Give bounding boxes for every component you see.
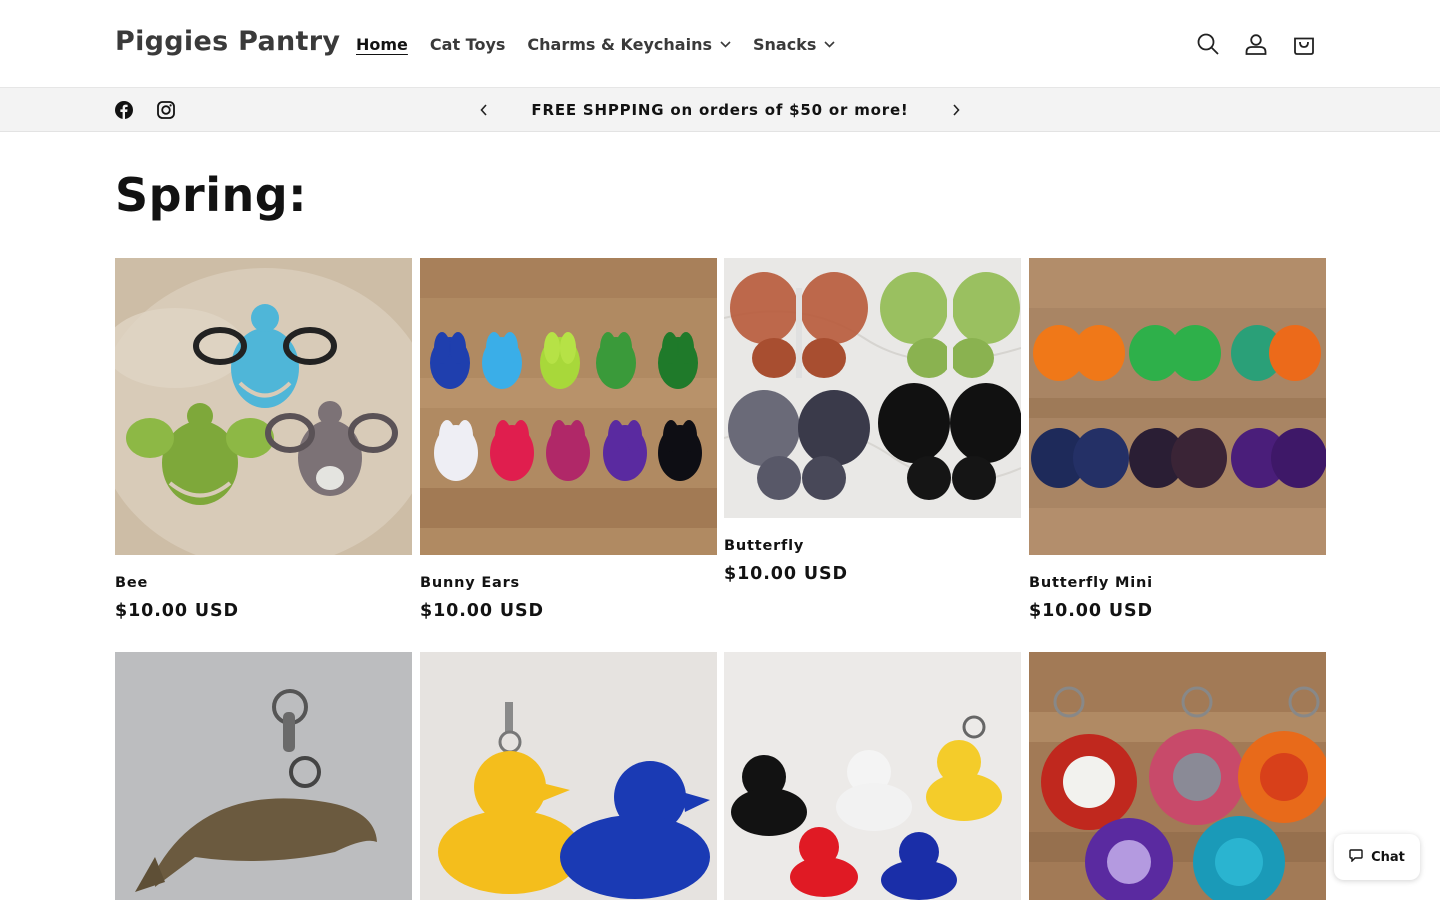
nav-item-label: Cat Toys	[429, 34, 506, 54]
product-card-butterfly[interactable]: Butterfly $10.00 USD	[724, 258, 1021, 584]
chevron-down-icon	[720, 40, 731, 48]
product-name[interactable]: Bunny Ears	[420, 575, 717, 591]
nav-item-label: Snacks	[752, 34, 817, 54]
product-name[interactable]: Butterfly Mini	[1029, 575, 1326, 591]
product-card-duck[interactable]	[420, 652, 717, 900]
product-price: $10.00 USD	[1029, 601, 1153, 621]
nav-item-home[interactable]: Home	[345, 35, 419, 54]
product-card-bunny-ears[interactable]: Bunny Ears $10.00 USD	[420, 258, 717, 621]
product-image[interactable]	[420, 652, 717, 900]
nav-item-charms-keychains[interactable]: Charms & Keychains	[516, 35, 742, 54]
product-image[interactable]	[724, 258, 1021, 518]
product-image[interactable]	[115, 258, 412, 555]
product-image[interactable]	[420, 258, 717, 555]
nav-item-cat-toys[interactable]: Cat Toys	[419, 35, 517, 54]
product-card-mini-duck[interactable]	[724, 652, 1021, 900]
chevron-down-icon	[824, 40, 835, 48]
nav-item-label: Home	[356, 34, 408, 54]
search-icon[interactable]	[1184, 26, 1232, 62]
product-card-flowers[interactable]	[1029, 652, 1326, 900]
product-card-butterfly-mini[interactable]: Butterfly Mini $10.00 USD	[1029, 258, 1326, 621]
product-card-dolphin[interactable]	[115, 652, 412, 900]
chat-label: Chat	[1371, 849, 1405, 865]
instagram-icon[interactable]	[155, 99, 177, 121]
product-price: $10.00 USD	[115, 601, 239, 621]
product-image[interactable]	[1029, 258, 1326, 555]
site-header: Piggies Pantry Home Cat Toys Charms & Ke…	[0, 0, 1440, 88]
product-card-bee[interactable]: Bee $10.00 USD	[115, 258, 412, 621]
main-nav: Home Cat Toys Charms & Keychains Snacks	[345, 30, 846, 58]
product-name[interactable]: Bee	[115, 575, 412, 591]
announcement-previous-button[interactable]	[472, 98, 496, 122]
product-image[interactable]	[1029, 652, 1326, 900]
product-image[interactable]	[115, 652, 412, 900]
nav-item-label: Charms & Keychains	[527, 34, 712, 54]
collection-title: Spring:	[115, 168, 308, 222]
product-price: $10.00 USD	[420, 601, 544, 621]
chat-bubble-icon	[1349, 848, 1363, 866]
product-name[interactable]: Butterfly	[724, 538, 1021, 554]
social-links	[113, 99, 177, 121]
product-image[interactable]	[724, 652, 1021, 900]
nav-item-snacks[interactable]: Snacks	[742, 35, 846, 54]
announcement-bar: FREE SHPPING on orders of $50 or more!	[0, 88, 1440, 132]
facebook-icon[interactable]	[113, 99, 135, 121]
announcement-text: FREE SHPPING on orders of $50 or more!	[531, 101, 909, 119]
product-price: $10.00 USD	[724, 564, 848, 584]
header-actions	[1184, 26, 1328, 62]
account-icon[interactable]	[1232, 26, 1280, 62]
chat-button[interactable]: Chat	[1334, 834, 1420, 880]
announcement-next-button[interactable]	[944, 98, 968, 122]
cart-icon[interactable]	[1280, 26, 1328, 62]
site-logo[interactable]: Piggies Pantry	[115, 26, 340, 57]
